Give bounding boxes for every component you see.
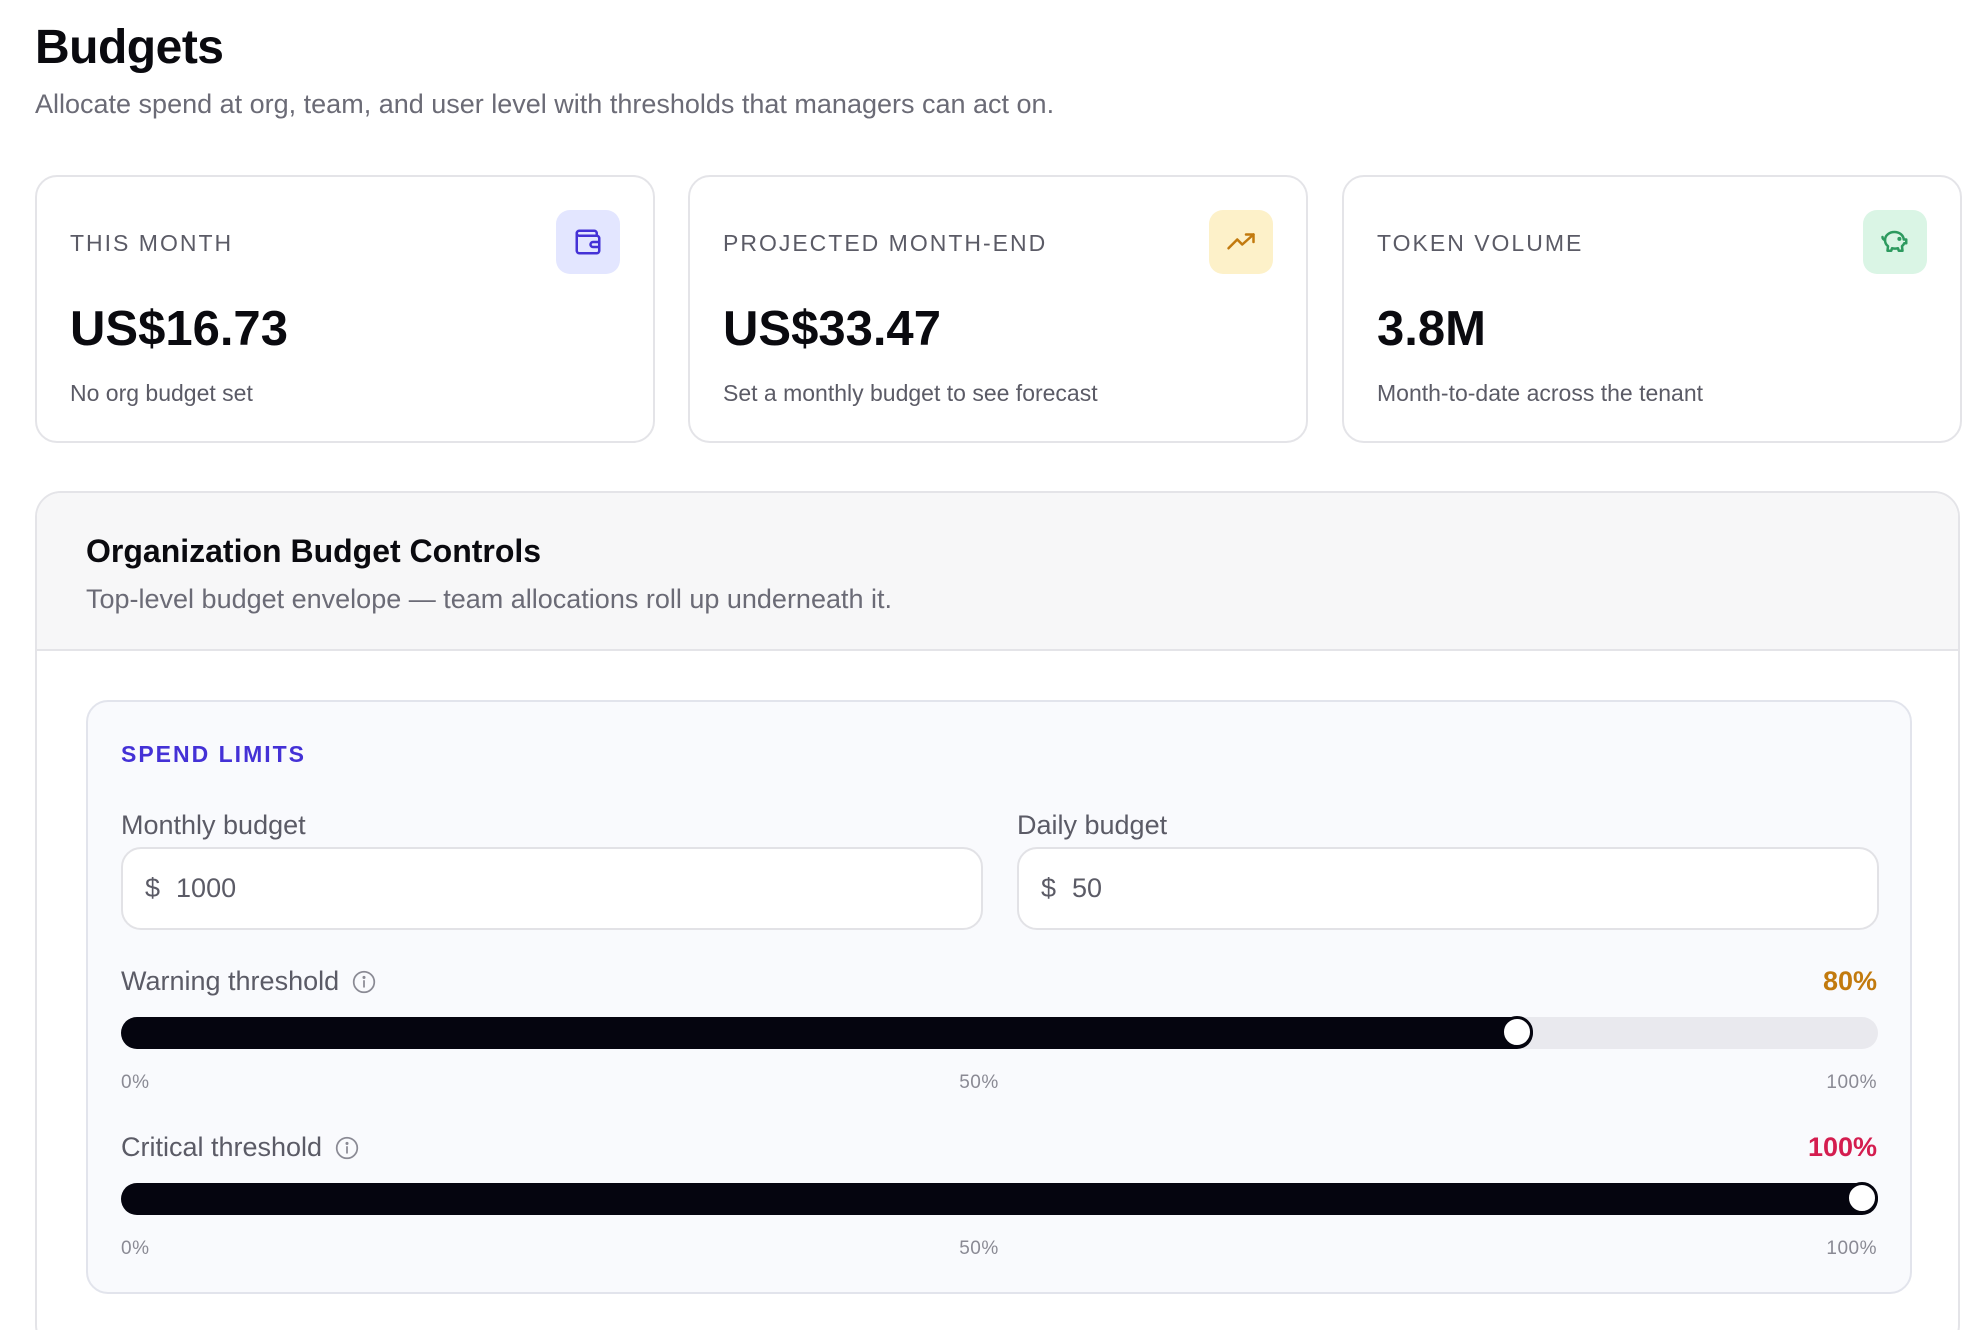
slider-thumb[interactable] [1846, 1182, 1878, 1214]
stat-value: 3.8M [1377, 302, 1486, 356]
section-label: SPEND LIMITS [121, 741, 307, 767]
critical-threshold-slider[interactable] [121, 1182, 1878, 1215]
org-budget-controls-panel: Organization Budget Controls Top-level b… [35, 491, 1960, 1330]
monthly-budget-input[interactable] [176, 873, 877, 904]
page-title: Budgets [35, 21, 224, 74]
spend-limits-section: SPEND LIMITS Monthly budget $ Daily budg… [86, 700, 1912, 1294]
stat-label: TOKEN VOLUME [1377, 230, 1584, 256]
critical-threshold-label: Critical threshold [121, 1132, 360, 1163]
tick-label: 100% [1826, 1072, 1877, 1093]
slider-fill [121, 1017, 1533, 1049]
slider-thumb[interactable] [1501, 1016, 1533, 1048]
daily-budget-input[interactable] [1072, 873, 1773, 904]
stat-value: US$16.73 [70, 302, 288, 356]
slider-fill [121, 1183, 1878, 1215]
stat-card-token-volume: TOKEN VOLUME 3.8M Month-to-date across t… [1342, 175, 1962, 443]
page-subtitle: Allocate spend at org, team, and user le… [35, 89, 1055, 119]
panel-description: Top-level budget envelope — team allocat… [86, 584, 893, 614]
info-icon[interactable] [334, 1135, 360, 1161]
wallet-icon [556, 210, 620, 274]
warning-threshold-label: Warning threshold [121, 966, 377, 997]
tick-label: 50% [959, 1238, 999, 1259]
panel-title: Organization Budget Controls [86, 533, 542, 569]
trending-up-icon [1209, 210, 1273, 274]
stat-value: US$33.47 [723, 302, 941, 356]
monthly-budget-label: Monthly budget [121, 810, 306, 840]
stat-label: THIS MONTH [70, 230, 234, 256]
critical-threshold-text: Critical threshold [121, 1132, 323, 1162]
monthly-budget-field[interactable]: $ [121, 847, 983, 930]
info-icon[interactable] [351, 969, 377, 995]
currency-prefix: $ [145, 873, 161, 903]
daily-budget-field[interactable]: $ [1017, 847, 1879, 930]
warning-threshold-value: 80% [1822, 966, 1877, 996]
stat-label: PROJECTED MONTH-END [723, 230, 1048, 256]
panel-header: Organization Budget Controls Top-level b… [37, 493, 1958, 651]
stat-note: Set a monthly budget to see forecast [723, 380, 1098, 406]
daily-budget-label: Daily budget [1017, 810, 1168, 840]
tick-label: 50% [959, 1072, 999, 1093]
stat-note: Month-to-date across the tenant [1377, 380, 1704, 406]
stat-card-this-month: THIS MONTH US$16.73 No org budget set [35, 175, 655, 443]
tick-label: 0% [121, 1072, 150, 1093]
critical-threshold-value: 100% [1807, 1132, 1877, 1162]
warning-threshold-text: Warning threshold [121, 966, 340, 996]
currency-prefix: $ [1041, 873, 1057, 903]
tick-label: 0% [121, 1238, 150, 1259]
stat-card-projected: PROJECTED MONTH-END US$33.47 Set a month… [688, 175, 1308, 443]
piggy-bank-icon [1863, 210, 1927, 274]
tick-label: 100% [1826, 1238, 1877, 1259]
stat-note: No org budget set [70, 380, 253, 406]
warning-threshold-slider[interactable] [121, 1016, 1878, 1049]
